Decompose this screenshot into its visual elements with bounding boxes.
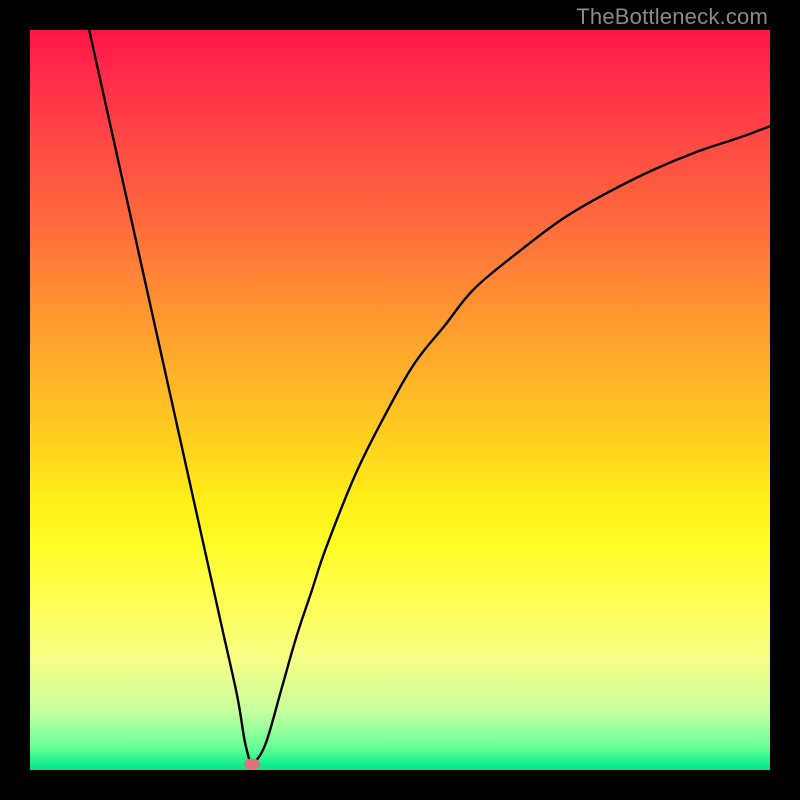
curve-svg (30, 30, 770, 770)
bottleneck-curve (89, 30, 770, 764)
chart-frame: TheBottleneck.com (0, 0, 800, 800)
plot-area (30, 30, 770, 770)
watermark-text: TheBottleneck.com (576, 4, 768, 30)
minimum-marker (244, 759, 260, 770)
